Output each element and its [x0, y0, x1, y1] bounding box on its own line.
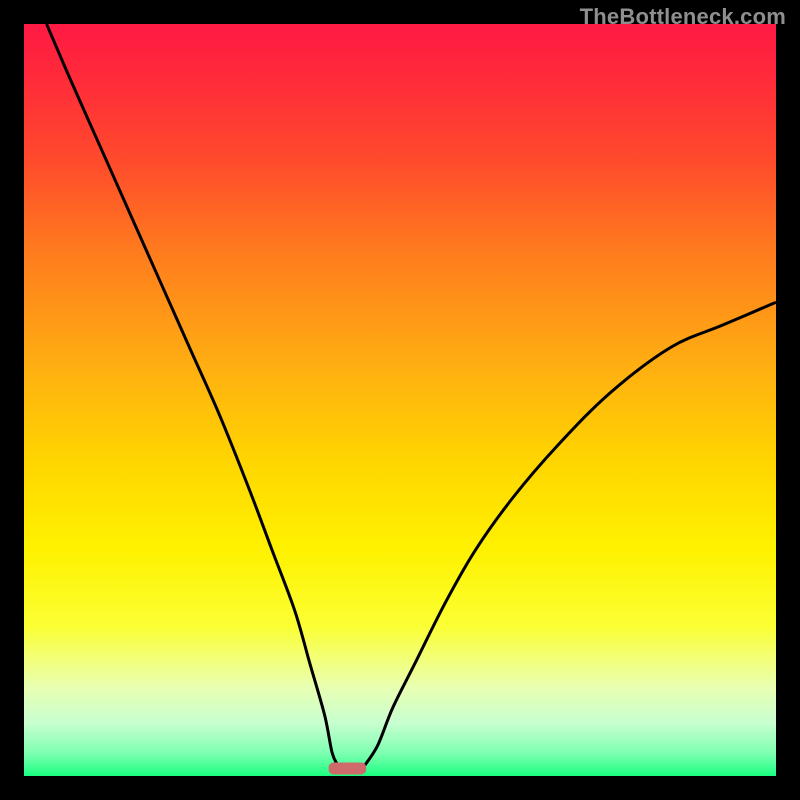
gradient-background	[24, 24, 776, 776]
plot-svg	[24, 24, 776, 776]
chart-frame: TheBottleneck.com	[0, 0, 800, 800]
plot-area	[24, 24, 776, 776]
minimum-marker	[329, 762, 367, 774]
